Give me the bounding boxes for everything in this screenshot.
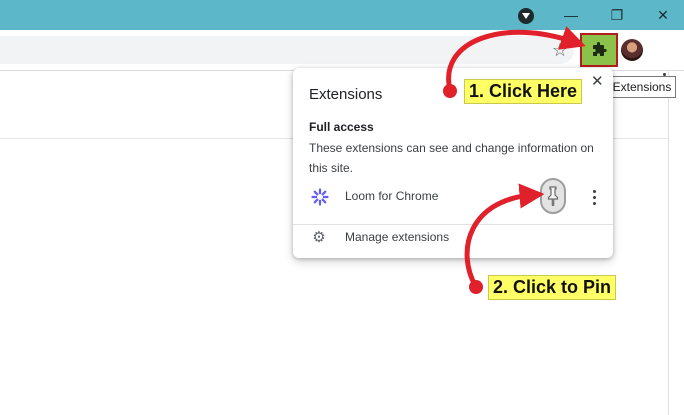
full-access-heading: Full access [309, 120, 374, 134]
star-icon[interactable]: ☆ [550, 40, 570, 60]
window-titlebar: — ❐ ✕ [0, 0, 684, 30]
minimize-button[interactable]: — [548, 0, 594, 30]
popup-divider [293, 224, 613, 225]
step1-callout: 1. Click Here [464, 79, 583, 104]
arrow-start-dot-2 [469, 280, 483, 294]
loom-icon [311, 188, 329, 206]
scrollbar-track[interactable] [668, 70, 669, 415]
profile-dropdown-icon[interactable] [518, 8, 534, 24]
profile-avatar[interactable] [621, 39, 643, 61]
close-icon[interactable]: ✕ [591, 72, 604, 90]
extensions-puzzle-button[interactable] [580, 33, 618, 67]
popup-title: Extensions [309, 86, 383, 103]
gear-icon: ⚙ [312, 229, 326, 246]
extension-options-kebab-icon[interactable] [589, 188, 599, 206]
extensions-tooltip: Extensions [608, 76, 676, 98]
manage-extensions-link[interactable]: Manage extensions [345, 230, 449, 244]
pin-icon [547, 186, 559, 206]
full-access-description: These extensions can see and change info… [309, 141, 594, 175]
puzzle-piece-icon [593, 42, 607, 56]
step2-callout: 2. Click to Pin [488, 275, 617, 300]
restore-button[interactable]: ❐ [594, 0, 640, 30]
address-bar[interactable] [0, 36, 574, 64]
extension-name-loom[interactable]: Loom for Chrome [345, 189, 438, 203]
close-window-button[interactable]: ✕ [640, 0, 684, 30]
pin-extension-button[interactable] [540, 178, 566, 214]
